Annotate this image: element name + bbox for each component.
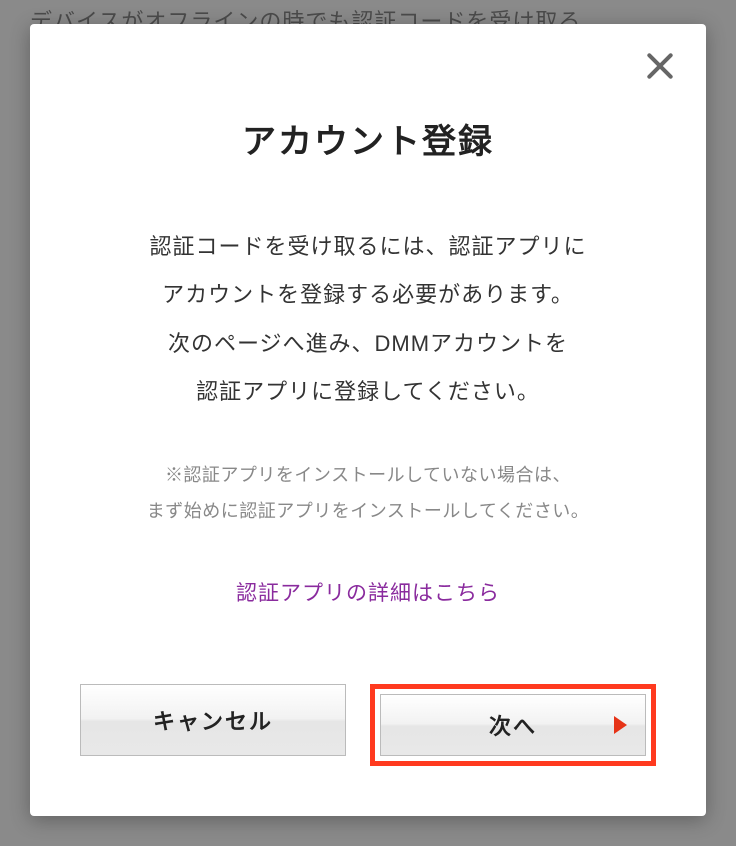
body-line: 認証コードを受け取るには、認証アプリに: [80, 223, 656, 271]
modal-note: ※認証アプリをインストールしていない場合は、 まず始めに認証アプリをインストール…: [80, 457, 656, 529]
cancel-button[interactable]: キャンセル: [80, 684, 346, 756]
next-button-label: 次へ: [489, 709, 537, 741]
next-button[interactable]: 次へ: [380, 694, 646, 756]
close-button[interactable]: [638, 44, 682, 88]
note-line: ※認証アプリをインストールしていない場合は、: [80, 457, 656, 493]
auth-app-details-link[interactable]: 認証アプリの詳細はこちら: [80, 577, 656, 607]
note-line: まず始めに認証アプリをインストールしてください。: [80, 493, 656, 529]
close-icon: [644, 50, 676, 82]
modal-title: アカウント登録: [80, 114, 656, 163]
body-line: アカウントを登録する必要があります。: [80, 271, 656, 319]
body-line: 次のページへ進み、DMMアカウントを: [80, 320, 656, 368]
body-line: 認証アプリに登録してください。: [80, 368, 656, 416]
next-button-highlight: 次へ: [370, 684, 656, 766]
cancel-button-wrap: キャンセル: [80, 684, 346, 766]
button-row: キャンセル 次へ: [80, 684, 656, 766]
chevron-right-icon: [614, 716, 627, 734]
modal-body: 認証コードを受け取るには、認証アプリに アカウントを登録する必要があります。 次…: [80, 223, 656, 417]
account-registration-modal: アカウント登録 認証コードを受け取るには、認証アプリに アカウントを登録する必要…: [30, 24, 706, 816]
